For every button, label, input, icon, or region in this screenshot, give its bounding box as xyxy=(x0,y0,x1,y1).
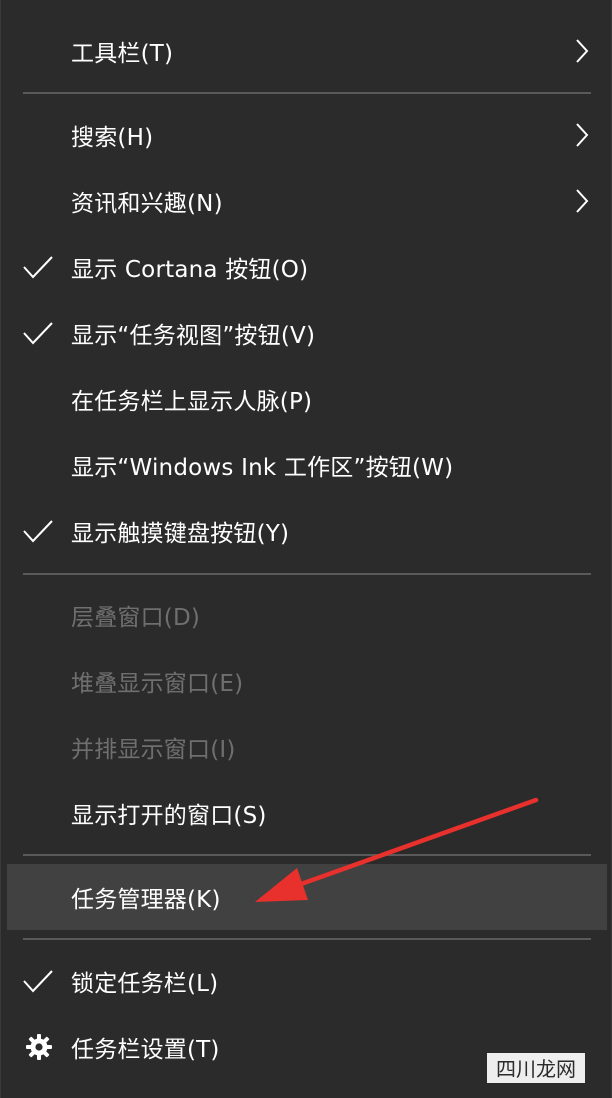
menu-item-show-touch-keyboard[interactable]: 显示触摸键盘按钮(Y) xyxy=(7,498,607,564)
menu-item-toolbar[interactable]: 工具栏(T) xyxy=(7,18,607,84)
menu-item-label: 锁定任务栏(L) xyxy=(71,971,219,997)
menu-item-show-people[interactable]: 在任务栏上显示人脉(P) xyxy=(7,366,607,432)
menu-separator xyxy=(23,938,591,940)
menu-item-stack-windows: 堆叠显示窗口(E) xyxy=(7,648,607,714)
menu-item-show-cortana[interactable]: 显示 Cortana 按钮(O) xyxy=(7,234,607,300)
menu-item-show-task-view[interactable]: 显示“任务视图”按钮(V) xyxy=(7,300,607,366)
menu-separator xyxy=(23,573,591,575)
menu-item-lock-taskbar[interactable]: 锁定任务栏(L) xyxy=(7,948,607,1014)
checkmark-icon xyxy=(23,322,53,345)
checkmark-icon xyxy=(23,970,53,993)
checkmark-icon xyxy=(23,520,53,543)
menu-item-label: 并排显示窗口(I) xyxy=(71,737,236,763)
menu-item-task-manager[interactable]: 任务管理器(K) xyxy=(7,864,607,930)
svg-text:四川龙网: 四川龙网 xyxy=(496,1057,576,1081)
menu-item-label: 工具栏(T) xyxy=(71,41,174,67)
menu-item-show-open-windows[interactable]: 显示打开的窗口(S) xyxy=(7,780,607,846)
menu-item-show-ink-workspace[interactable]: 显示“Windows Ink 工作区”按钮(W) xyxy=(7,432,607,498)
menu-item-label: 任务栏设置(T) xyxy=(71,1037,220,1063)
menu-item-side-by-side-windows: 并排显示窗口(I) xyxy=(7,714,607,780)
menu-item-label: 显示 Cortana 按钮(O) xyxy=(71,257,309,283)
menu-item-cascade-windows: 层叠窗口(D) xyxy=(7,582,607,648)
chevron-right-icon xyxy=(576,39,589,63)
menu-separator xyxy=(23,92,591,94)
menu-item-news-interests[interactable]: 资讯和兴趣(N) xyxy=(7,168,607,234)
menu-item-search[interactable]: 搜索(H) xyxy=(7,102,607,168)
menu-item-label: 任务管理器(K) xyxy=(71,887,221,913)
menu-item-label: 显示“Windows Ink 工作区”按钮(W) xyxy=(71,455,454,481)
menu-item-label: 堆叠显示窗口(E) xyxy=(71,671,244,697)
menu-separator xyxy=(23,854,591,856)
menu-item-label: 搜索(H) xyxy=(71,125,154,151)
chevron-right-icon xyxy=(576,123,589,147)
menu-item-label: 资讯和兴趣(N) xyxy=(71,191,223,217)
checkmark-icon xyxy=(23,256,53,279)
gear-icon xyxy=(26,1034,52,1060)
taskbar-context-menu: 工具栏(T) 搜索(H) 资讯和兴趣(N) 显示 Cortana 按钮(O) 显… xyxy=(0,0,612,1098)
menu-item-label: 显示打开的窗口(S) xyxy=(71,803,267,829)
menu-item-label: 层叠窗口(D) xyxy=(71,605,201,631)
watermark: 四川龙网 xyxy=(486,1051,586,1085)
menu-item-label: 显示触摸键盘按钮(Y) xyxy=(71,521,290,547)
chevron-right-icon xyxy=(576,189,589,213)
menu-item-label: 在任务栏上显示人脉(P) xyxy=(71,389,313,415)
menu-item-label: 显示“任务视图”按钮(V) xyxy=(71,323,316,349)
watermark-logo: 四川龙网 xyxy=(487,1053,585,1083)
